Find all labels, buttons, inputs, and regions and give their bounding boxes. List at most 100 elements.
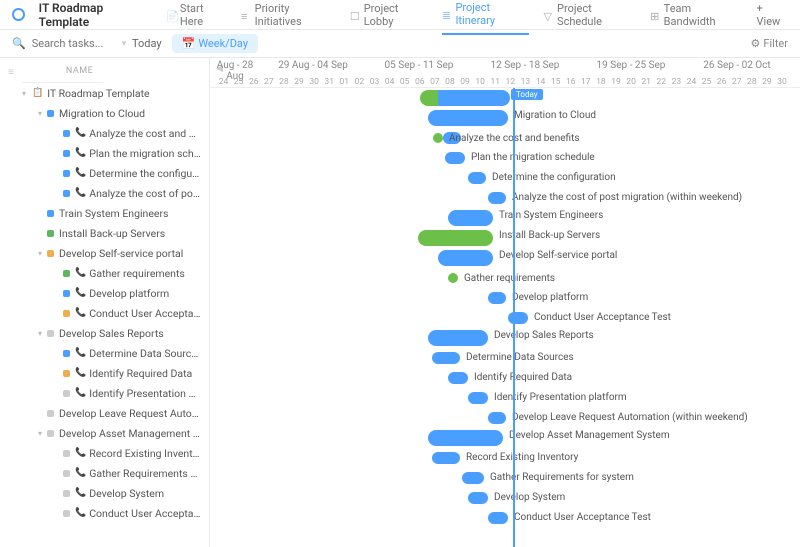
timeline-row: Develop Leave Request Automation (within… bbox=[210, 408, 800, 428]
tree-item[interactable]: 📞Conduct User Acceptance Test bbox=[0, 303, 209, 323]
gantt-bar[interactable]: Gather Requirements for system bbox=[462, 472, 484, 484]
gantt-bar[interactable]: Identify Presentation platform bbox=[468, 392, 488, 404]
gantt-bar[interactable]: Install Back-up Servers bbox=[418, 230, 493, 246]
day-label: 02 bbox=[352, 77, 367, 87]
expand-all-icon[interactable]: ≡ bbox=[0, 67, 22, 78]
timeline[interactable]: ◀ Aug - 28 Aug29 Aug - 04 Sep05 Sep - 11… bbox=[210, 58, 800, 547]
filter-button[interactable]: ⚙Filter bbox=[751, 37, 788, 50]
item-label: Develop platform bbox=[89, 287, 169, 300]
status-dot bbox=[63, 370, 70, 377]
tree-item[interactable]: ▾Develop Sales Reports bbox=[0, 323, 209, 343]
today-button[interactable]: Today bbox=[132, 37, 162, 50]
gantt-bar[interactable]: Conduct User Acceptance Test bbox=[488, 512, 508, 524]
call-icon: 📞 bbox=[75, 448, 86, 458]
gantt-bar[interactable]: Develop platform bbox=[488, 292, 506, 304]
tree-item[interactable]: Install Back-up Servers bbox=[0, 223, 209, 243]
item-label: Conduct User Acceptance Test bbox=[89, 507, 201, 520]
gantt-bar[interactable]: Determine Data Sources bbox=[432, 352, 460, 364]
tab-start-here[interactable]: 📄Start Here bbox=[166, 2, 227, 28]
item-label: IT Roadmap Template bbox=[47, 87, 149, 100]
tree-item[interactable]: ▾Develop Asset Management System bbox=[0, 423, 209, 443]
bar-label: Develop Leave Request Automation (within… bbox=[512, 412, 748, 423]
call-icon: 📞 bbox=[75, 368, 86, 378]
gantt-bar[interactable]: Migration to Cloud bbox=[428, 110, 508, 126]
gantt-bar[interactable]: Develop Leave Request Automation (within… bbox=[488, 412, 506, 424]
tree-item[interactable]: 📞Record Existing Inventory bbox=[0, 443, 209, 463]
timeline-row: Analyze the cost of post migration (with… bbox=[210, 188, 800, 208]
call-icon: 📞 bbox=[75, 388, 86, 398]
gantt-bar[interactable]: Determine the configuration bbox=[468, 172, 486, 184]
gantt-bar[interactable]: Analyze the cost of post migration (with… bbox=[488, 192, 506, 204]
expand-icon[interactable]: ▾ bbox=[36, 109, 44, 118]
bar-label: Plan the migration schedule bbox=[471, 152, 595, 163]
timeline-row: Install Back-up Servers bbox=[210, 228, 800, 248]
gantt-bar[interactable]: Identify Required Data bbox=[448, 372, 468, 384]
tab-itinerary[interactable]: ≣Project Itinerary bbox=[442, 1, 530, 35]
call-icon: 📞 bbox=[75, 488, 86, 498]
item-label: Identify Required Data bbox=[89, 367, 192, 380]
timeline-row: Gather Requirements for system bbox=[210, 468, 800, 488]
tab-priority[interactable]: ≡Priority Initiatives bbox=[241, 2, 336, 28]
tree-item[interactable]: 📞Analyze the cost of post mig... bbox=[0, 183, 209, 203]
tree-item[interactable]: 📞Identify Required Data bbox=[0, 363, 209, 383]
gantt-bar[interactable]: Develop System bbox=[468, 492, 488, 504]
tab-lobby[interactable]: ☐Project Lobby bbox=[350, 2, 428, 28]
milestone[interactable]: Gather requirements bbox=[448, 273, 458, 283]
tree-item[interactable]: 📞Determine the configuration bbox=[0, 163, 209, 183]
call-icon: 📞 bbox=[75, 508, 86, 518]
status-dot bbox=[47, 430, 54, 437]
day-label: 17 bbox=[578, 77, 593, 87]
milestone[interactable]: Analyze the cost and benefits bbox=[433, 133, 443, 143]
tree-item[interactable]: Develop Leave Request Automation bbox=[0, 403, 209, 423]
item-label: Develop Leave Request Automation bbox=[59, 407, 201, 420]
item-label: Record Existing Inventory bbox=[89, 447, 201, 460]
tree-item[interactable]: Train System Engineers bbox=[0, 203, 209, 223]
tree-item[interactable]: 📞Determine Data Sources bbox=[0, 343, 209, 363]
timeline-row: Develop Asset Management System bbox=[210, 428, 800, 448]
chevron-down-icon[interactable]: ▾ bbox=[122, 39, 127, 49]
status-dot bbox=[47, 330, 54, 337]
tree-item[interactable]: ▾📋IT Roadmap Template bbox=[0, 83, 209, 103]
day-label: 21 bbox=[639, 77, 654, 87]
tree-item[interactable]: 📞Plan the migration schedule bbox=[0, 143, 209, 163]
item-label: Migration to Cloud bbox=[59, 107, 145, 120]
expand-icon[interactable]: ▾ bbox=[36, 329, 44, 338]
tree-item[interactable]: 📞Analyze the cost and benefits bbox=[0, 123, 209, 143]
expand-icon[interactable]: ▾ bbox=[36, 429, 44, 438]
bar-label: Determine Data Sources bbox=[466, 352, 574, 363]
doc-icon: 📄 bbox=[166, 10, 176, 20]
tree-item[interactable]: ▾Develop Self-service portal bbox=[0, 243, 209, 263]
bar-label: Develop System bbox=[494, 492, 565, 503]
tree-item[interactable]: 📞Develop System bbox=[0, 483, 209, 503]
day-label: 06 bbox=[412, 77, 427, 87]
status-dot bbox=[63, 490, 70, 497]
gantt-bar[interactable]: Develop Asset Management System bbox=[428, 430, 503, 446]
gantt-bar[interactable] bbox=[420, 90, 510, 106]
expand-icon[interactable]: ▾ bbox=[36, 249, 44, 258]
tab-schedule[interactable]: ▽Project Schedule bbox=[543, 2, 636, 28]
sidebar[interactable]: ≡ NAME ▾📋IT Roadmap Template▾Migration t… bbox=[0, 58, 210, 547]
gantt-bar[interactable]: Record Existing Inventory bbox=[432, 452, 460, 464]
tree-item[interactable]: ▾ Migration to Cloud bbox=[0, 103, 209, 123]
tree-item[interactable]: 📞Gather Requirements for syst... bbox=[0, 463, 209, 483]
day-label: 30 bbox=[774, 77, 789, 87]
gantt-bar[interactable]: Plan the migration schedule bbox=[445, 152, 465, 164]
status-dot bbox=[63, 270, 70, 277]
weekday-toggle[interactable]: 📅Week/Day bbox=[172, 34, 258, 53]
tree-item[interactable]: 📞Gather requirements bbox=[0, 263, 209, 283]
tree-item[interactable]: 📞Develop platform bbox=[0, 283, 209, 303]
status-dot bbox=[63, 510, 70, 517]
gantt-bar[interactable]: Train System Engineers bbox=[448, 210, 493, 226]
item-label: Train System Engineers bbox=[59, 207, 168, 220]
status-dot bbox=[63, 290, 70, 297]
gantt-bar[interactable]: Develop Sales Reports bbox=[428, 330, 488, 346]
gantt-bar[interactable]: Develop Self-service portal bbox=[438, 250, 493, 266]
expand-icon[interactable]: ▾ bbox=[20, 89, 28, 98]
search-input[interactable] bbox=[32, 37, 112, 50]
tab-add-view[interactable]: + View bbox=[757, 2, 788, 28]
tree-item[interactable]: 📞Identify Presentation platform bbox=[0, 383, 209, 403]
tab-bandwidth[interactable]: ⊞Team Bandwidth bbox=[650, 2, 742, 28]
day-label: 01 bbox=[337, 77, 352, 87]
tree-item[interactable]: 📞Conduct User Acceptance Test bbox=[0, 503, 209, 523]
gantt-bar[interactable]: Conduct User Acceptance Test bbox=[508, 312, 528, 324]
